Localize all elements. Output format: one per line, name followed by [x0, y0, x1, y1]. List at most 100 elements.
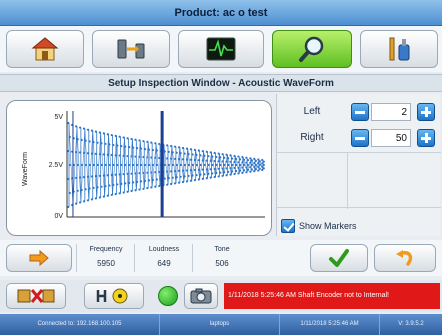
- waveform-point: [229, 154, 232, 157]
- waveform-point: [122, 191, 125, 194]
- waveform-point: [112, 143, 115, 147]
- waveform-point: [116, 183, 119, 186]
- waveform-point: [78, 151, 82, 154]
- waveform-point: [258, 167, 261, 170]
- waveform-point: [155, 163, 159, 167]
- loudness-value: 649: [157, 259, 171, 268]
- waveform-point: [253, 161, 256, 165]
- nav-waveform-button[interactable]: [178, 30, 264, 68]
- right-decrement-button[interactable]: [351, 129, 369, 147]
- show-markers-toggle[interactable]: Show Markers: [281, 218, 357, 234]
- nav-transfer-button[interactable]: [92, 30, 170, 68]
- waveform-point: [262, 163, 265, 167]
- waveform-point: [112, 163, 115, 167]
- waveform-point: [122, 173, 125, 176]
- left-setting-row: Left: [277, 100, 441, 124]
- waveform-point: [209, 168, 212, 171]
- waveform-point: [166, 144, 169, 147]
- waveform-point: [201, 177, 204, 180]
- right-value-input[interactable]: [371, 129, 411, 147]
- waveform-point: [108, 163, 111, 167]
- waveform-point: [211, 172, 214, 175]
- alarm-message[interactable]: 1/11/2018 5:25:46 AM Shaft Encoder not t…: [224, 283, 440, 309]
- waveform-point: [88, 140, 91, 143]
- waveform-point: [75, 176, 78, 179]
- waveform-point: [215, 155, 218, 159]
- waveform-point: [158, 142, 161, 146]
- undo-arrow-icon: [396, 250, 413, 266]
- undo-button[interactable]: [374, 244, 436, 272]
- waveform-point: [92, 186, 95, 189]
- waveform-point: [163, 177, 166, 180]
- waveform-point: [128, 146, 131, 149]
- nav-inspection-button[interactable]: [272, 30, 352, 68]
- waveform-icon: [206, 37, 236, 61]
- show-markers-checkbox[interactable]: [281, 219, 295, 233]
- waveform-point: [225, 167, 228, 170]
- waveform-point: [139, 180, 143, 183]
- left-label: Left: [303, 106, 321, 117]
- waveform-point: [195, 173, 198, 177]
- waveform-point: [114, 173, 117, 176]
- waveform-plot: WaveForm 5V 2.5V 0V: [22, 111, 265, 220]
- loudness-metric: Loudness 649: [134, 244, 192, 272]
- waveform-point: [118, 135, 121, 138]
- waveform-point: [238, 158, 242, 161]
- waveform-point: [257, 169, 260, 172]
- hazard-button[interactable]: [84, 283, 144, 309]
- waveform-point: [80, 163, 83, 167]
- status-datetime: 1/11/2018 5:25:46 AM: [280, 314, 380, 335]
- nav-home-button[interactable]: [6, 30, 84, 68]
- right-increment-button[interactable]: [417, 129, 435, 147]
- tone-label: Tone: [214, 246, 230, 253]
- waveform-point: [262, 167, 265, 170]
- waveform-point: [151, 148, 155, 152]
- tone-value: 506: [215, 259, 229, 268]
- waveform-point: [96, 141, 99, 144]
- waveform-point: [120, 145, 123, 148]
- next-button[interactable]: [6, 244, 72, 272]
- waveform-point: [197, 149, 200, 152]
- waveform-point: [207, 155, 210, 158]
- waveform-point: [100, 185, 103, 188]
- left-decrement-button[interactable]: [351, 103, 369, 121]
- waveform-chart[interactable]: WaveForm 5V 2.5V 0V: [6, 100, 272, 236]
- y-tick-label-top: 5V: [54, 114, 63, 121]
- waveform-point: [143, 148, 147, 151]
- waveform-point: [68, 163, 71, 167]
- frequency-value: 5950: [97, 259, 115, 268]
- waveform-point: [124, 182, 127, 185]
- nav-tools-button[interactable]: [360, 30, 438, 68]
- accept-button[interactable]: [310, 244, 368, 272]
- reject-box-button[interactable]: [6, 283, 66, 309]
- waveform-point: [237, 155, 240, 158]
- waveform-point: [245, 156, 248, 159]
- waveform-point: [249, 166, 252, 169]
- waveform-point: [150, 141, 153, 144]
- waveform-point: [213, 151, 216, 155]
- waveform-point: [82, 176, 86, 179]
- waveform-point: [104, 142, 107, 146]
- waveform-point: [86, 152, 90, 155]
- waveform-point: [139, 163, 143, 167]
- waveform-point: [246, 159, 250, 162]
- waveform-point: [183, 163, 186, 167]
- waveform-point: [84, 163, 87, 167]
- waveform-point: [201, 168, 204, 171]
- waveform-point: [217, 167, 220, 170]
- checkmark-icon: [329, 249, 349, 267]
- camera-button[interactable]: [184, 283, 218, 309]
- waveform-point: [193, 168, 196, 172]
- waveform-point: [75, 202, 78, 205]
- magnifier-icon: [299, 36, 324, 62]
- left-increment-button[interactable]: [417, 103, 435, 121]
- waveform-point: [223, 163, 226, 167]
- waveform-point: [234, 169, 238, 173]
- left-value-input[interactable]: [371, 103, 411, 121]
- status-indicator-icon: [158, 286, 178, 306]
- waveform-point: [170, 170, 173, 173]
- waveform-point: [187, 174, 190, 178]
- empty-settings-grid: [277, 152, 441, 209]
- waveform-point: [253, 157, 256, 160]
- waveform-point: [199, 154, 202, 157]
